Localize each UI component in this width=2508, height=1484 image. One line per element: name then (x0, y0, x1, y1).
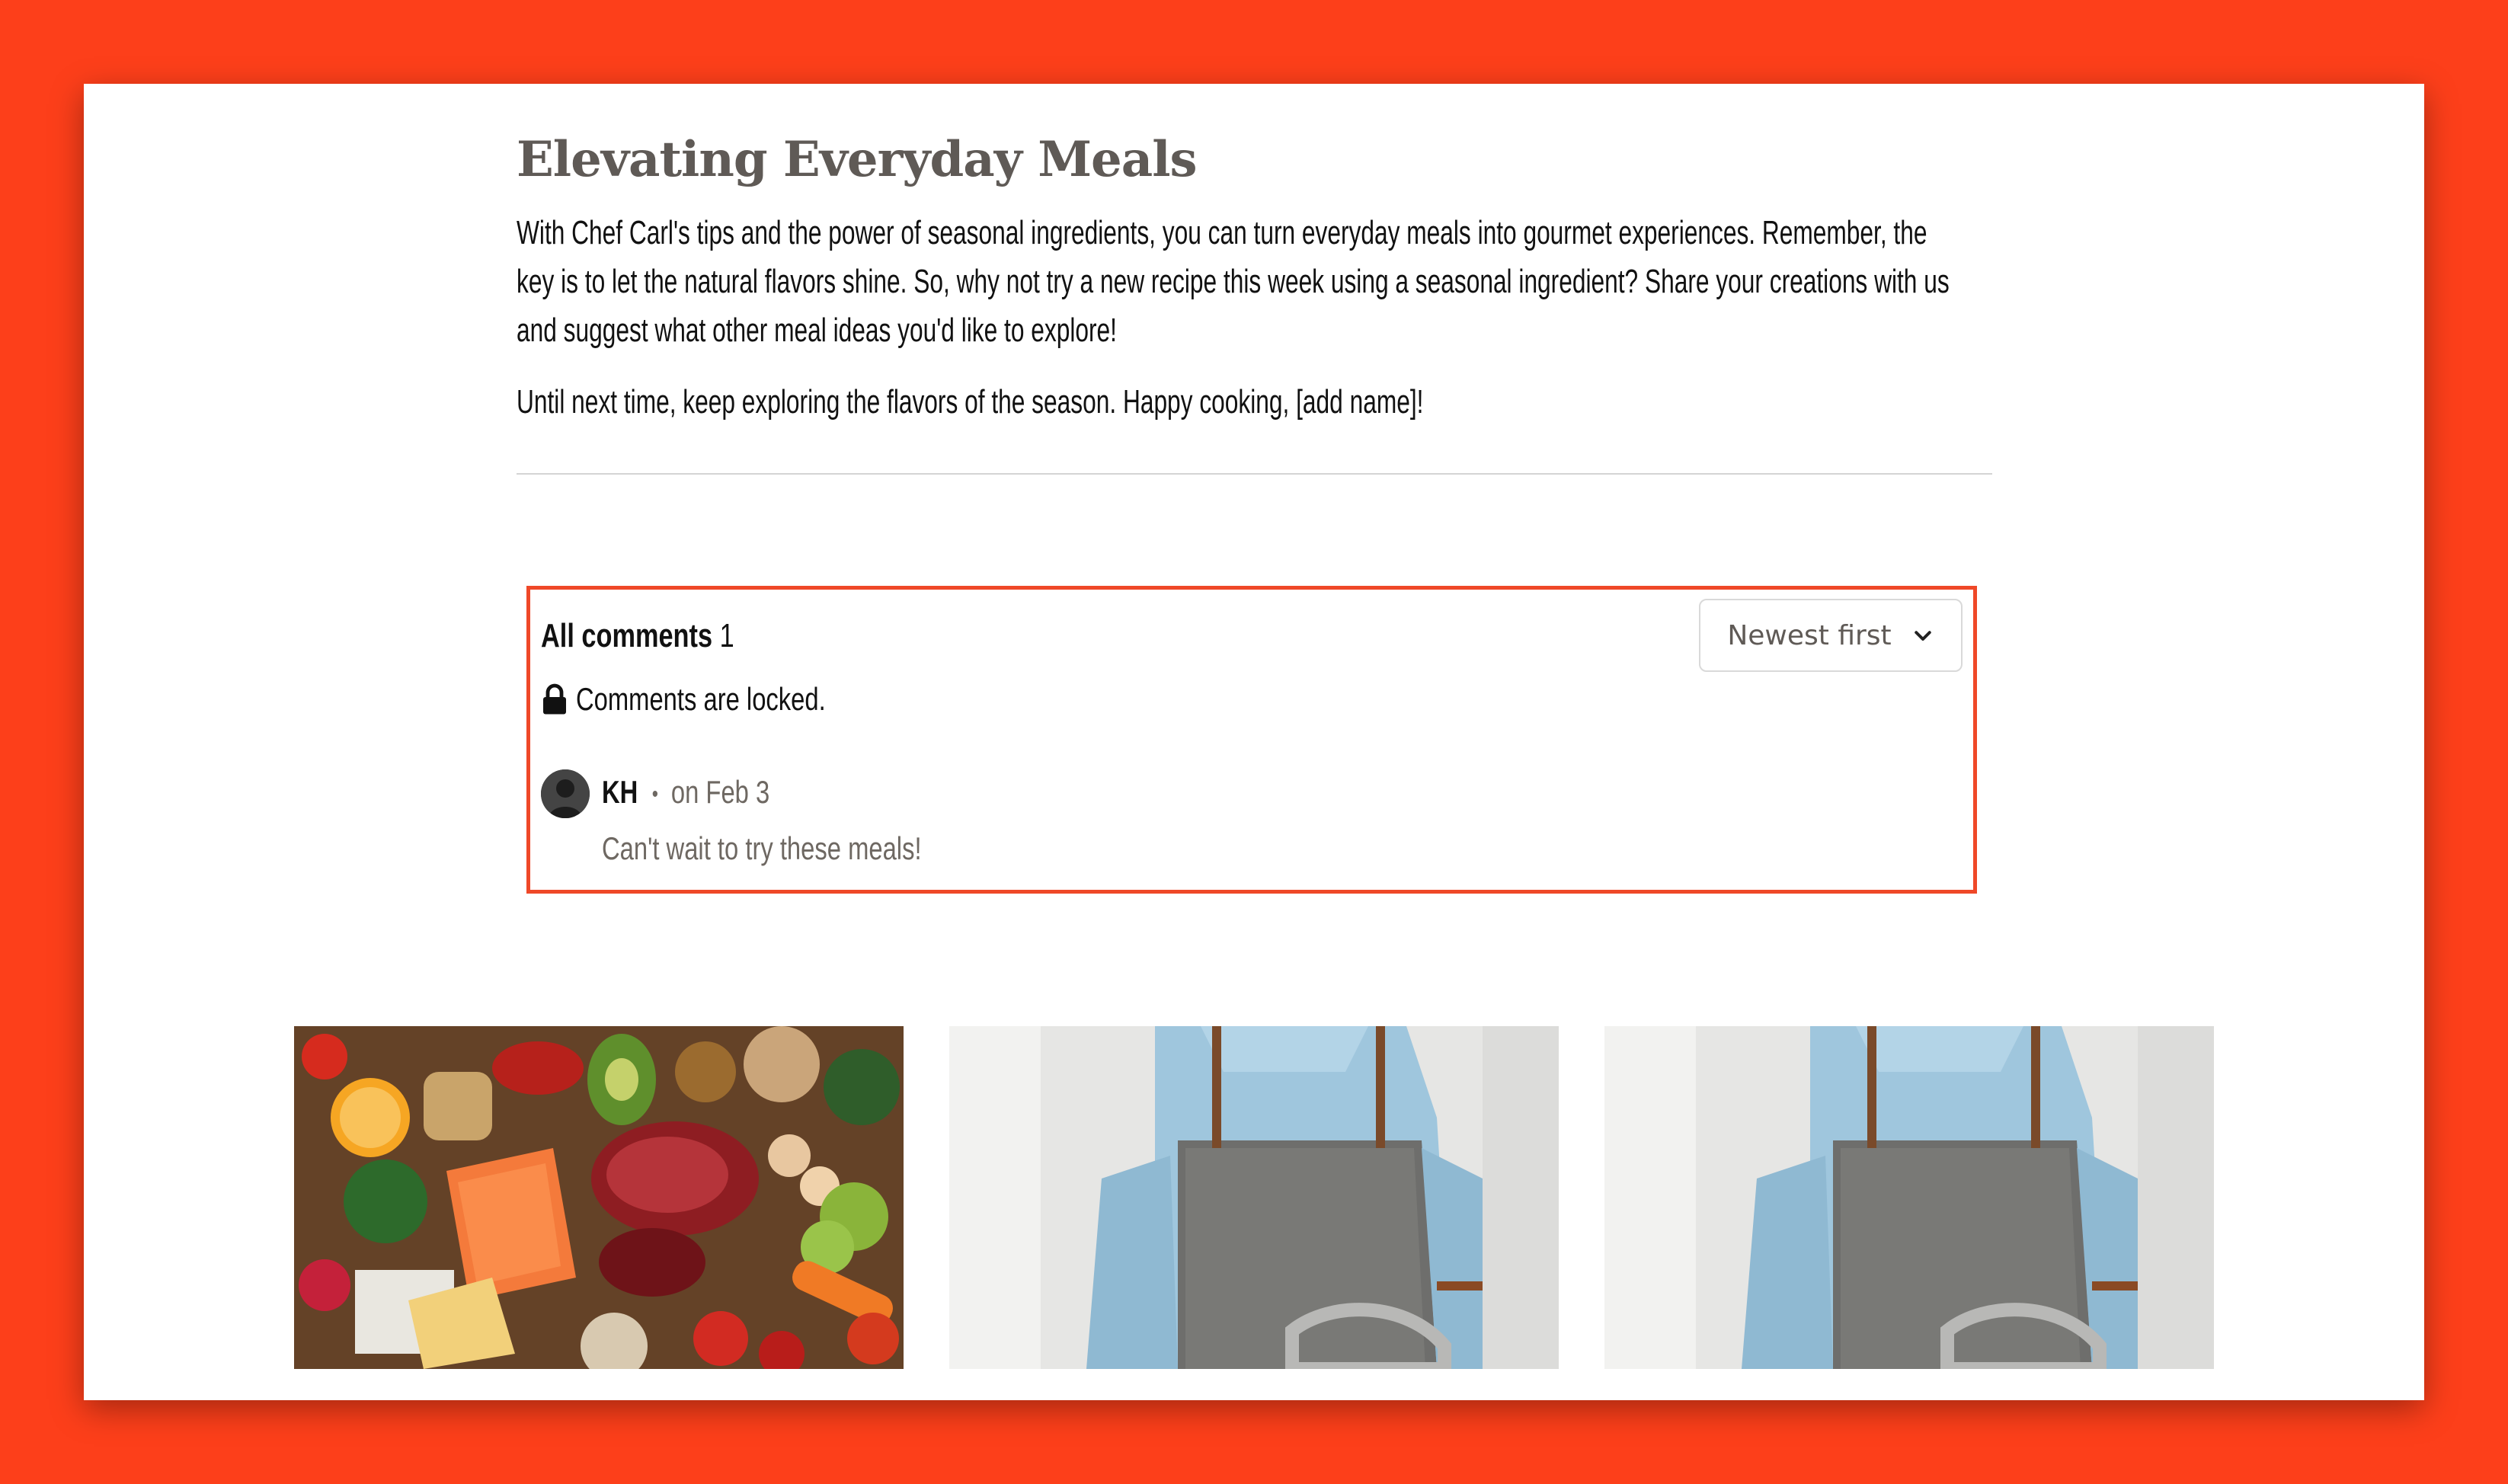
article-signoff: Until next time, keep exploring the flav… (517, 383, 1424, 421)
avatar[interactable] (541, 769, 590, 818)
comments-count: 1 (719, 617, 734, 654)
comment-meta: KH • on Feb 3 (602, 774, 769, 811)
comments-section: All comments 1 Newest first Comments are… (526, 586, 1977, 894)
comment-author[interactable]: KH (602, 774, 638, 810)
comment-body: Can't wait to try these meals! (602, 830, 922, 866)
locked-text: Comments are locked. (576, 681, 826, 717)
comments-header: All comments 1 (541, 617, 734, 655)
comments-locked-notice: Comments are locked. (541, 681, 896, 718)
sort-dropdown-label: Newest first (1727, 619, 1892, 651)
comment-date: on Feb 3 (670, 774, 770, 810)
browser-page: Elevating Everyday Meals With Chef Carl'… (84, 84, 2424, 1400)
comment-item: KH • on Feb 3 Can't wait to try these me… (541, 769, 1836, 876)
related-post-image-ingredients[interactable] (294, 1026, 904, 1369)
article-paragraph: With Chef Carl's tips and the power of s… (517, 214, 1950, 349)
chef-image (1604, 1026, 2214, 1369)
chef-image (949, 1026, 1559, 1369)
section-heading: Elevating Everyday Meals (517, 131, 1198, 188)
clipped-text-line (517, 84, 1581, 94)
user-icon (541, 769, 590, 818)
divider (517, 473, 1992, 475)
related-post-image-chef-2[interactable] (1604, 1026, 2214, 1369)
ingredients-image (294, 1026, 904, 1369)
separator-dot: • (651, 781, 658, 807)
chevron-down-icon (1914, 631, 1931, 641)
article-conclusion: Elevating Everyday Meals With Chef Carl'… (517, 120, 2001, 427)
sort-dropdown[interactable]: Newest first (1699, 599, 1963, 672)
related-post-image-chef[interactable] (949, 1026, 1559, 1369)
comments-title: All comments (541, 617, 713, 654)
lock-icon (543, 683, 566, 715)
